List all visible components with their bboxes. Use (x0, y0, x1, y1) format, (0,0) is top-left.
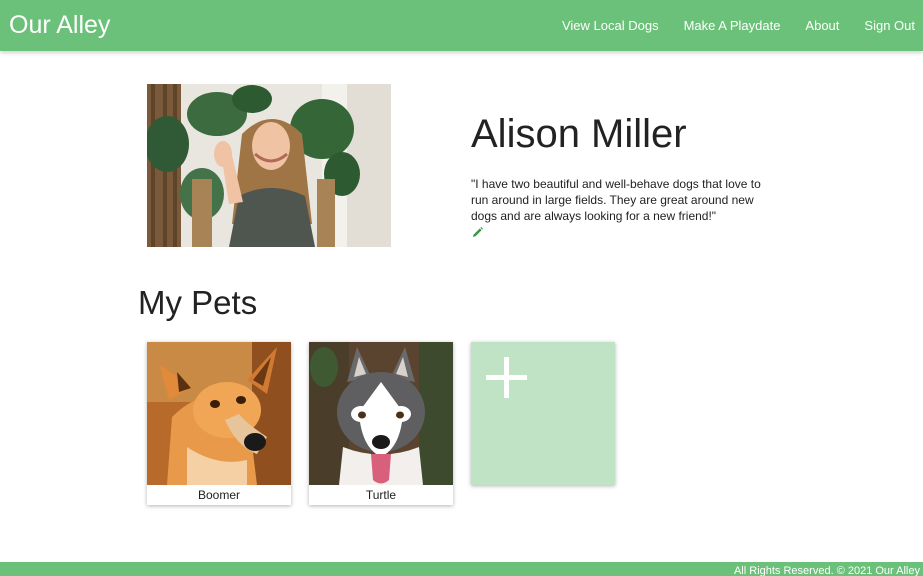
navbar: Our Alley View Local Dogs Make A Playdat… (0, 0, 923, 51)
profile-bio: "I have two beautiful and well-behave do… (471, 177, 761, 223)
profile-name: Alison Miller (471, 112, 687, 156)
pet-name-boomer: Boomer (197, 488, 241, 502)
nav-link-about[interactable]: About (805, 18, 839, 33)
footer-copyright: All Rights Reserved. © 2021 Our Alley (733, 565, 920, 576)
nav-link-view-local-dogs[interactable]: View Local Dogs (562, 18, 659, 33)
pencil-icon[interactable] (472, 225, 483, 237)
nav-links: View Local Dogs Make A Playdate About Si… (537, 18, 915, 33)
add-pet-button[interactable] (471, 342, 615, 485)
pet-name-turtle: Turtle (365, 488, 397, 502)
pet-card-boomer[interactable]: Boomer (147, 342, 291, 505)
brand-logo[interactable]: Our Alley (9, 11, 110, 40)
footer: All Rights Reserved. © 2021 Our Alley (0, 562, 923, 576)
pet-photo-turtle (309, 342, 453, 485)
my-pets-heading: My Pets (138, 284, 258, 321)
pet-photo-boomer (147, 342, 291, 485)
nav-link-make-a-playdate[interactable]: Make A Playdate (684, 18, 781, 33)
nav-link-sign-out[interactable]: Sign Out (864, 18, 915, 33)
profile-photo (147, 84, 391, 247)
pet-card-turtle[interactable]: Turtle (309, 342, 453, 505)
